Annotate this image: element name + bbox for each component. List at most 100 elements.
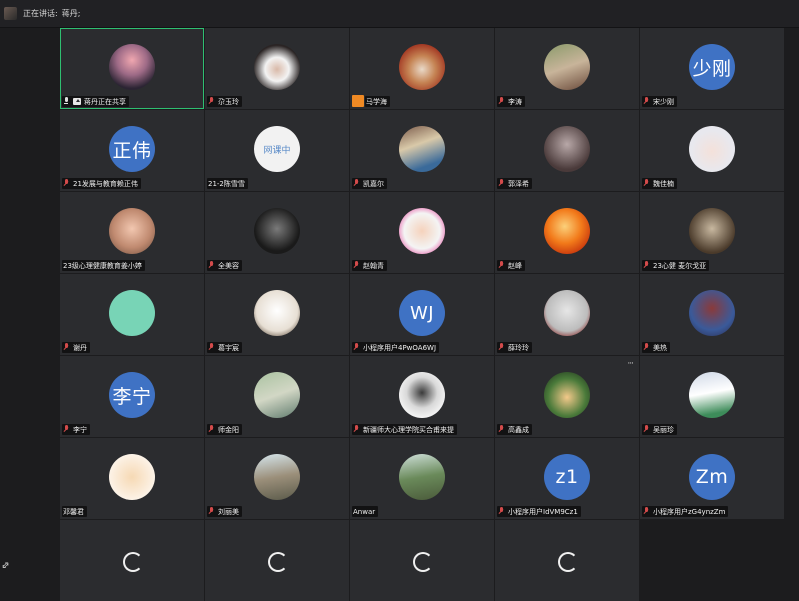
participant-tile[interactable]: 吴丽珍: [640, 356, 784, 437]
microphone-muted-icon: [208, 261, 215, 270]
name-tag: 小程序用户zG4ynzZm: [642, 506, 729, 517]
participant-tile[interactable]: 刘丽美: [205, 438, 349, 519]
name-tag: 宋少刚: [642, 96, 677, 107]
participant-tile[interactable]: 网课中 21-2陈雪雪: [205, 110, 349, 191]
name-tag: 美热: [642, 342, 670, 353]
participant-tile[interactable]: 赵峰: [495, 192, 639, 273]
avatar: [544, 126, 590, 172]
participant-name: Anwar: [353, 507, 376, 516]
loading-spinner-icon: [268, 552, 288, 572]
participant-tile[interactable]: 薛玲玲: [495, 274, 639, 355]
participant-tile[interactable]: 魏佳楠: [640, 110, 784, 191]
participant-name: 蒋丹正在共享: [84, 97, 126, 106]
participant-tile[interactable]: 葛宇宸: [205, 274, 349, 355]
participant-name: 邓馨君: [63, 507, 84, 516]
participant-name: 刘丽美: [218, 507, 239, 516]
participant-name: 23心健 麦尔戈亚: [653, 261, 707, 270]
avatar: [544, 372, 590, 418]
participant-tile[interactable]: 凯嘉尔: [350, 110, 494, 191]
left-margin: ⇕: [0, 28, 60, 598]
participant-tile[interactable]: Zm 小程序用户zG4ynzZm: [640, 438, 784, 519]
microphone-muted-icon: [498, 507, 505, 516]
participant-name: 小程序用户IdVM9Cz1: [508, 507, 578, 516]
participant-name: 23级心理健康教育姜小婷: [63, 261, 142, 270]
participant-name: 薛玲玲: [508, 343, 529, 352]
participant-tile[interactable]: 美热: [640, 274, 784, 355]
name-tag: 李宁: [62, 424, 90, 435]
microphone-muted-icon: [643, 425, 650, 434]
name-tag: 尕玉玲: [207, 96, 242, 107]
participant-tile[interactable]: 新疆师大心理学院买合甫来提: [350, 356, 494, 437]
participant-name: 小程序用户zG4ynzZm: [653, 507, 726, 516]
microphone-muted-icon: [208, 343, 215, 352]
name-tag: 蒋丹正在共享: [62, 96, 129, 107]
participant-tile[interactable]: 马学海: [350, 28, 494, 109]
more-options-button[interactable]: ···: [627, 359, 634, 369]
microphone-muted-icon: [643, 343, 650, 352]
avatar: [254, 290, 300, 336]
name-tag: 新疆师大心理学院买合甫来提: [352, 424, 457, 435]
microphone-muted-icon: [353, 425, 360, 434]
participant-tile[interactable]: 邓馨君: [60, 438, 204, 519]
name-tag: 吴丽珍: [642, 424, 677, 435]
microphone-muted-icon: [63, 343, 70, 352]
participant-tile[interactable]: 谢丹: [60, 274, 204, 355]
empty-slot: [640, 520, 784, 601]
microphone-muted-icon: [63, 425, 70, 434]
participant-tile[interactable]: 尕玉玲: [205, 28, 349, 109]
participant-tile[interactable]: 郭泽希: [495, 110, 639, 191]
participant-name: 高鑫成: [508, 425, 529, 434]
avatar: [399, 454, 445, 500]
participant-tile[interactable]: ··· 高鑫成: [495, 356, 639, 437]
participant-tile[interactable]: 师金阳: [205, 356, 349, 437]
avatar: [689, 208, 735, 254]
avatar: [689, 126, 735, 172]
participant-tile[interactable]: 蒋丹正在共享: [60, 28, 204, 109]
participant-name: 21-2陈雪雪: [208, 179, 245, 188]
microphone-muted-icon: [498, 97, 505, 106]
microphone-icon: [63, 97, 70, 106]
participant-name: 凯嘉尔: [363, 179, 384, 188]
participant-name: 魏佳楠: [653, 179, 674, 188]
participant-tile[interactable]: 李宁 李宁: [60, 356, 204, 437]
participant-tile[interactable]: 23心健 麦尔戈亚: [640, 192, 784, 273]
name-tag: 郭泽希: [497, 178, 532, 189]
participant-tile[interactable]: z1 小程序用户IdVM9Cz1: [495, 438, 639, 519]
screen-share-icon: [73, 98, 81, 105]
avatar: z1: [544, 454, 590, 500]
avatar: [399, 126, 445, 172]
loading-tile: [350, 520, 494, 601]
participant-tile[interactable]: 少刚 宋少刚: [640, 28, 784, 109]
name-tag: 邓馨君: [62, 506, 87, 517]
participant-name: 新疆师大心理学院买合甫来提: [363, 425, 454, 434]
participant-name: 吴丽珍: [653, 425, 674, 434]
microphone-muted-icon: [208, 425, 215, 434]
microphone-muted-icon: [208, 507, 215, 516]
name-tag: 刘丽美: [207, 506, 242, 517]
resize-handle-icon[interactable]: ⇕: [0, 559, 13, 576]
avatar: Zm: [689, 454, 735, 500]
microphone-muted-icon: [353, 261, 360, 270]
name-tag: 21发展与教育赖正伟: [62, 178, 141, 189]
avatar: [544, 290, 590, 336]
participant-tile[interactable]: 正伟 21发展与教育赖正伟: [60, 110, 204, 191]
participant-name: 全美容: [218, 261, 239, 270]
avatar: [689, 290, 735, 336]
participant-tile[interactable]: WJ 小程序用户4PwOA6WJ: [350, 274, 494, 355]
avatar: [689, 372, 735, 418]
participant-tile[interactable]: 赵翰青: [350, 192, 494, 273]
name-tag: 高鑫成: [497, 424, 532, 435]
participant-tile[interactable]: 李涛: [495, 28, 639, 109]
name-tag: 全美容: [207, 260, 242, 271]
name-tag: 李涛: [497, 96, 525, 107]
participant-name: 李涛: [508, 97, 522, 106]
name-tag: 师金阳: [207, 424, 242, 435]
avatar: [254, 208, 300, 254]
avatar: [399, 208, 445, 254]
participant-tile[interactable]: 全美容: [205, 192, 349, 273]
participant-tile[interactable]: Anwar: [350, 438, 494, 519]
avatar: 网课中: [254, 126, 300, 172]
microphone-muted-icon: [63, 179, 70, 188]
participant-tile[interactable]: 23级心理健康教育姜小婷: [60, 192, 204, 273]
participant-name: 赵翰青: [363, 261, 384, 270]
